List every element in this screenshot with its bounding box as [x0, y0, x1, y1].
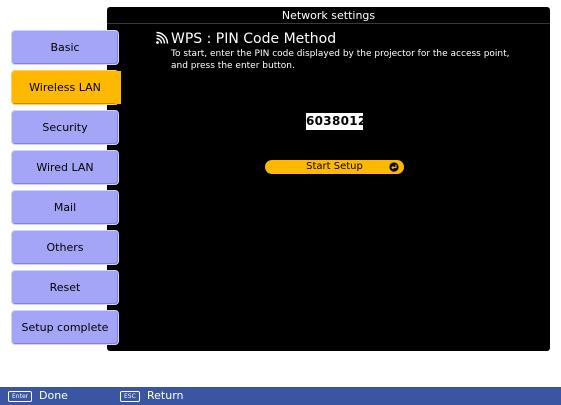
sidebar-item-wired-lan[interactable]: Wired LAN [11, 150, 119, 185]
sidebar-item-label: Mail [53, 201, 77, 214]
esc-key-icon: ESC [120, 391, 140, 402]
sidebar-item-setup-complete[interactable]: Setup complete [11, 310, 119, 345]
pin-code-display: 60380125 [306, 113, 376, 130]
return-label: Return [147, 389, 184, 402]
wps-heading-text: WPS : PIN Code Method [171, 31, 337, 47]
sidebar-item-basic[interactable]: Basic [11, 30, 119, 65]
sidebar-item-label: Basic [50, 41, 80, 54]
sidebar-item-label: Setup complete [21, 321, 109, 334]
sidebar-item-others[interactable]: Others [11, 230, 119, 265]
enter-key-icon [389, 162, 399, 172]
sidebar-item-mail[interactable]: Mail [11, 190, 119, 225]
instructions-line: and press the enter button. [171, 61, 295, 71]
wireless-signal-icon [156, 31, 169, 44]
sidebar-item-label: Others [46, 241, 84, 254]
sidebar-item-security[interactable]: Security [11, 110, 119, 145]
start-setup-label: Start Setup [306, 161, 363, 172]
instructions-line: To start, enter the PIN code displayed b… [171, 49, 510, 59]
enter-key-icon: Enter [8, 391, 33, 402]
start-setup-button[interactable]: Start Setup [265, 160, 404, 174]
window-title: Network settings [107, 7, 550, 24]
page-title: WPS : PIN Code Method [155, 30, 336, 48]
sidebar-item-label: Wired LAN [36, 161, 94, 174]
done-label: Done [39, 389, 68, 402]
sidebar-item-label: Reset [49, 281, 81, 294]
instructions-text: To start, enter the PIN code displayed b… [171, 48, 551, 72]
key-help-bar: Enter Done ESC Return [0, 387, 561, 405]
sidebar-item-wireless-lan[interactable]: Wireless LAN [11, 70, 121, 105]
sidebar-item-reset[interactable]: Reset [11, 270, 119, 305]
sidebar-item-label: Wireless LAN [29, 81, 101, 94]
sidebar-item-label: Security [42, 121, 88, 134]
